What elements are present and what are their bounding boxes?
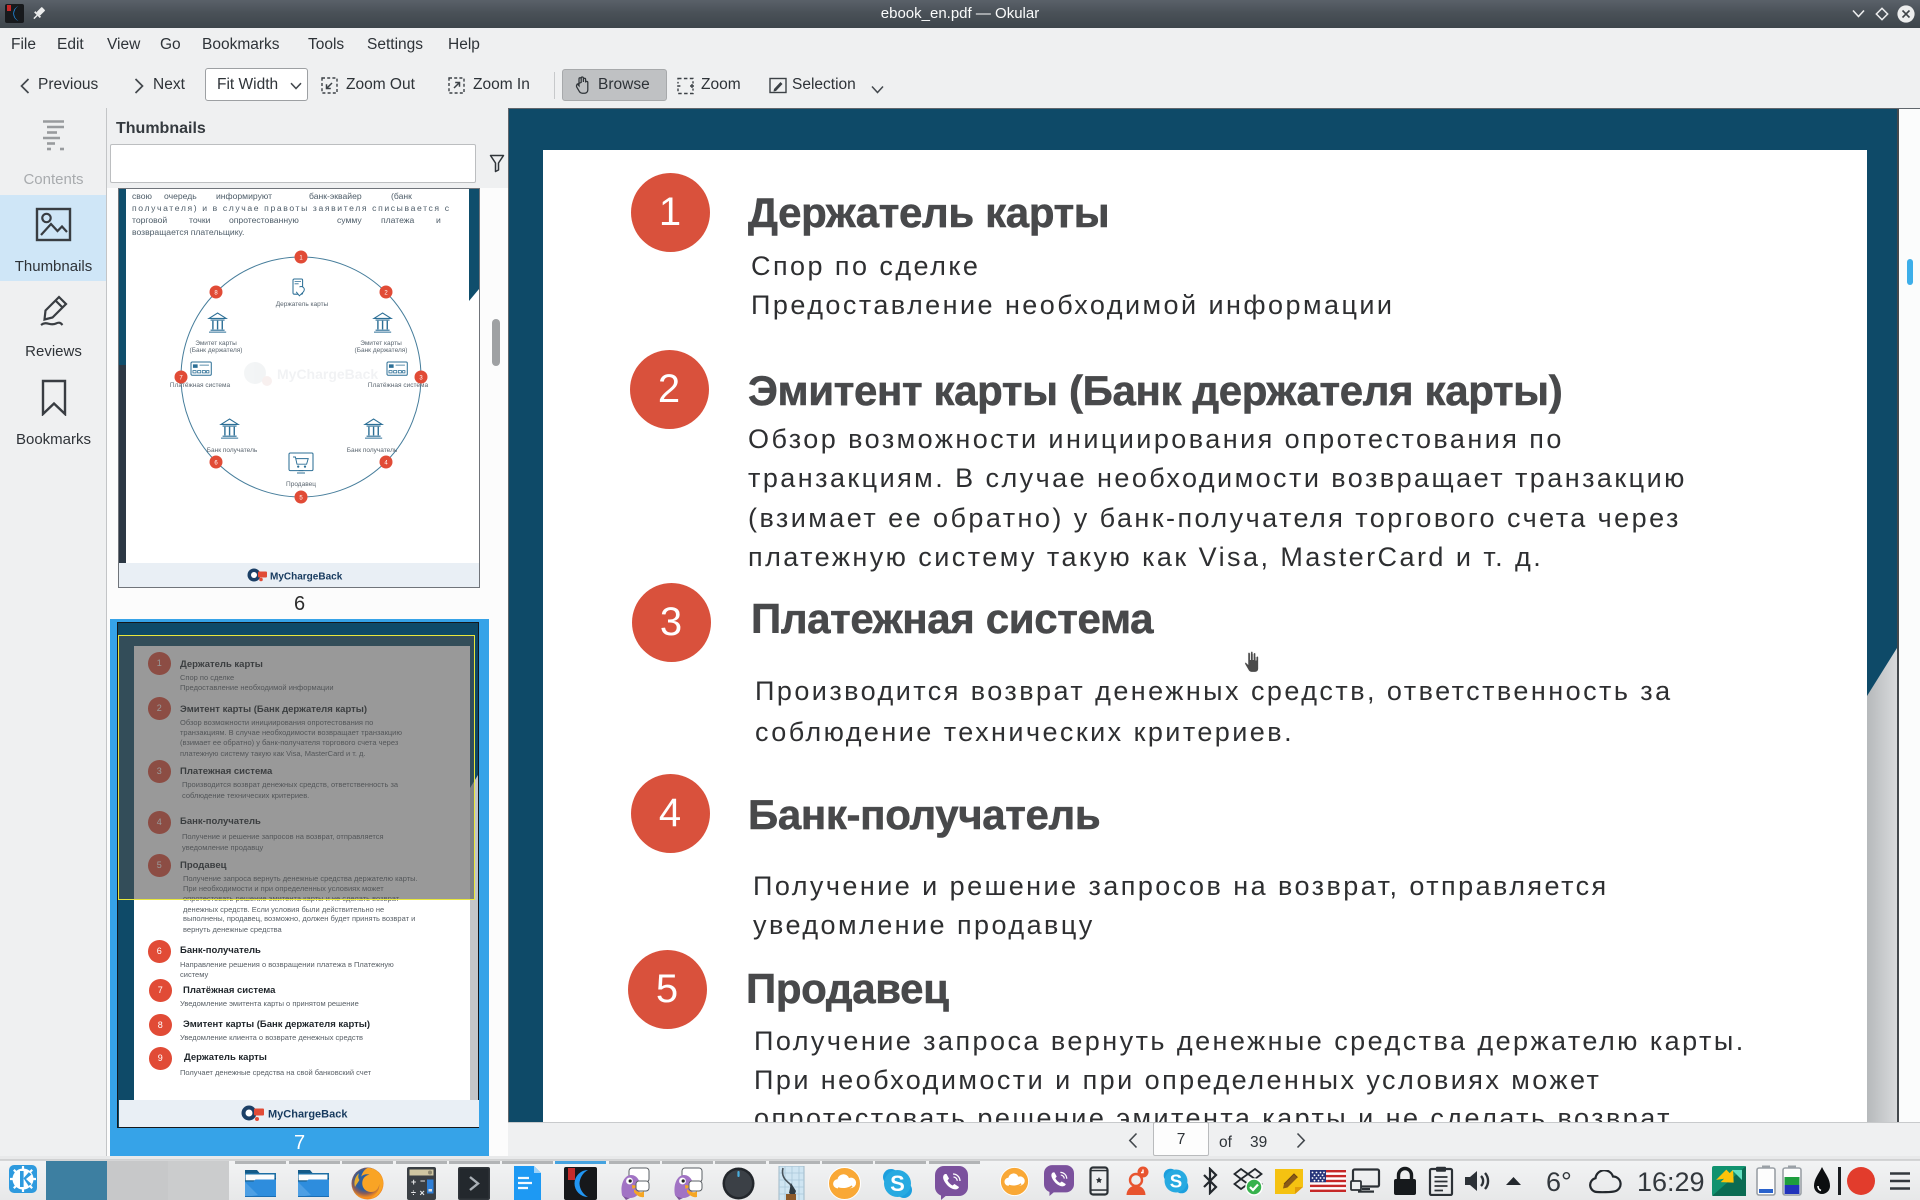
- svg-text:Эмитет карты: Эмитет карты: [360, 340, 402, 347]
- svg-text:информируют: информируют: [216, 191, 272, 201]
- svg-text:Банк получатель: Банк получатель: [347, 447, 398, 454]
- svg-text:MyChargeBack: MyChargeBack: [277, 366, 378, 382]
- svg-text:точки: точки: [189, 215, 211, 225]
- svg-text:Эмитет карты: Эмитет карты: [195, 340, 237, 347]
- svg-text:MyChargeBack: MyChargeBack: [268, 1109, 348, 1121]
- svg-text:Держатель карты: Держатель карты: [276, 301, 329, 308]
- svg-text:получателя) и в случае правоты: получателя) и в случае правоты заявителя…: [132, 203, 450, 213]
- svg-text:очередь: очередь: [164, 191, 197, 201]
- svg-text:−: −: [420, 1176, 425, 1186]
- svg-text:опротестованную: опротестованную: [229, 215, 299, 225]
- svg-text:свою: свою: [132, 191, 153, 201]
- svg-text:(банк: (банк: [391, 191, 412, 201]
- svg-text:÷: ÷: [411, 1188, 416, 1198]
- svg-text:+: +: [411, 1177, 416, 1187]
- svg-text:Платёжная система: Платёжная система: [368, 382, 429, 389]
- svg-text:Банк получатель: Банк получатель: [207, 447, 258, 454]
- svg-text:S: S: [890, 1171, 905, 1196]
- svg-text:(Банк держателя): (Банк держателя): [190, 347, 243, 354]
- svg-text:и: и: [436, 215, 441, 225]
- svg-text:сумму: сумму: [337, 215, 362, 225]
- svg-text:MyChargeBack: MyChargeBack: [270, 572, 343, 583]
- svg-text:Платёжная система: Платёжная система: [170, 382, 231, 389]
- svg-text:банк-эквайер: банк-эквайер: [309, 191, 362, 201]
- svg-text:S: S: [1170, 1170, 1182, 1191]
- svg-text:платежа: платежа: [381, 215, 415, 225]
- svg-text:×: ×: [420, 1188, 425, 1198]
- svg-text:(Банк держателя): (Банк держателя): [355, 347, 408, 354]
- svg-text:торговой: торговой: [132, 215, 167, 225]
- svg-text:возвращается плательщику.: возвращается плательщику.: [132, 227, 244, 237]
- svg-text:Продавец: Продавец: [286, 481, 316, 488]
